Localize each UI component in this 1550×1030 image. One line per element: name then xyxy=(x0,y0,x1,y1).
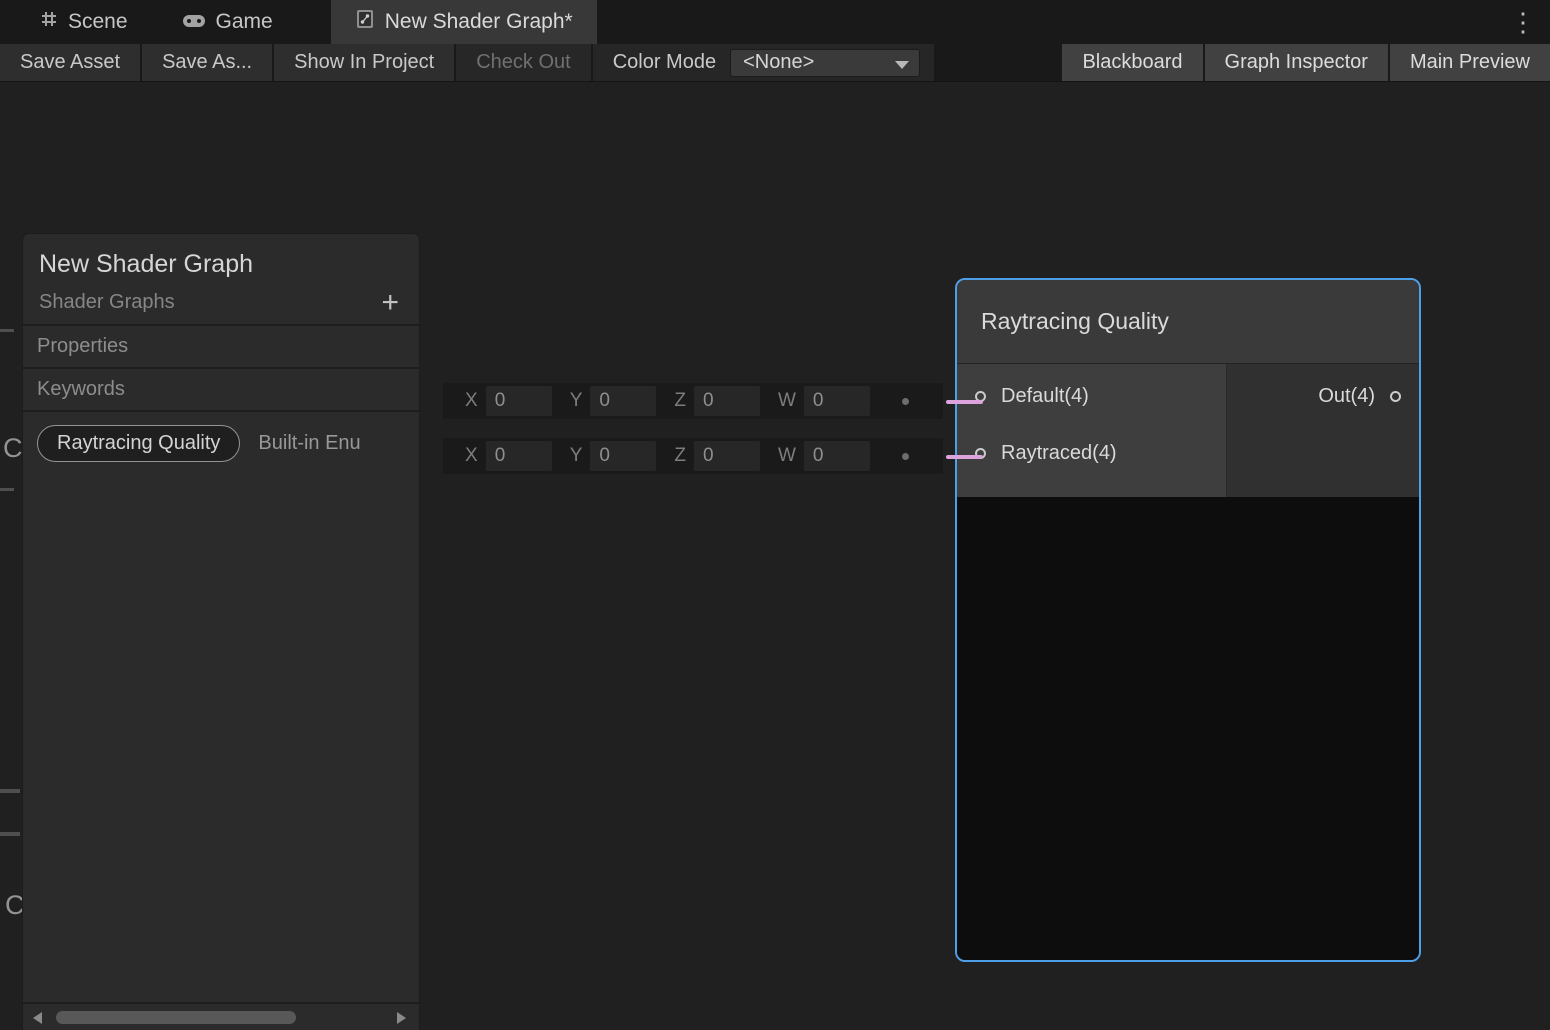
scrollbar-thumb[interactable] xyxy=(56,1011,296,1024)
color-mode-label: Color Mode xyxy=(613,51,716,74)
vector-field-x: X 0 xyxy=(465,386,552,416)
node-title: Raytracing Quality xyxy=(981,308,1169,335)
input-port-row: Raytraced(4) xyxy=(957,425,1226,482)
scene-grid-icon xyxy=(40,10,58,34)
scroll-left-icon[interactable] xyxy=(33,1012,42,1024)
vector-field-z: Z 0 xyxy=(674,386,760,416)
blackboard-content: Raytracing Quality Built-in Enu xyxy=(23,412,419,1002)
vector-field-input[interactable]: 0 xyxy=(804,441,870,471)
vector4-field-row: X 0 Y 0 Z 0 W 0 xyxy=(443,438,943,474)
node-output-section: Out(4) xyxy=(1227,364,1419,497)
keyword-pill[interactable]: Raytracing Quality xyxy=(37,425,240,462)
clipped-node-edge xyxy=(0,832,20,836)
vector-field-label: Z xyxy=(674,390,686,412)
node-preview xyxy=(957,497,1419,960)
tab-new-shader-graph[interactable]: New Shader Graph* xyxy=(331,0,597,44)
clipped-node-edge xyxy=(0,488,14,491)
color-mode-group: Color Mode <None> xyxy=(593,44,934,81)
vector-field-input[interactable]: 0 xyxy=(804,386,870,416)
main-preview-toggle-button[interactable]: Main Preview xyxy=(1390,44,1550,81)
blackboard-header: New Shader Graph Shader Graphs + xyxy=(23,234,419,324)
tab-game[interactable]: Game xyxy=(158,0,297,44)
vector-field-y: Y 0 xyxy=(570,386,657,416)
keyword-type-label: Built-in Enu xyxy=(258,432,360,455)
clipped-node-edge xyxy=(0,789,20,793)
graph-toolbar: Save Asset Save As... Show In Project Ch… xyxy=(0,44,1550,82)
blackboard-title: New Shader Graph xyxy=(39,250,403,279)
tab-label: Scene xyxy=(68,10,128,34)
node-title-bar: Raytracing Quality xyxy=(957,280,1419,364)
output-port-label: Out(4) xyxy=(1318,385,1375,408)
save-as-button[interactable]: Save As... xyxy=(142,44,272,81)
gamepad-icon xyxy=(182,10,206,34)
color-mode-value: <None> xyxy=(743,51,814,74)
vector4-field-row: X 0 Y 0 Z 0 W 0 xyxy=(443,383,943,419)
node-raytracing-quality[interactable]: Raytracing Quality Default(4) Raytraced(… xyxy=(955,278,1421,962)
vector-field-x: X 0 xyxy=(465,441,552,471)
vector-field-w: W 0 xyxy=(778,441,870,471)
save-asset-button[interactable]: Save Asset xyxy=(0,44,140,81)
tab-label: New Shader Graph* xyxy=(385,10,573,34)
tab-scene[interactable]: Scene xyxy=(16,0,152,44)
vector-field-input[interactable]: 0 xyxy=(590,386,656,416)
clipped-node-text: C xyxy=(3,433,23,464)
node-port-area: Default(4) Raytraced(4) Out(4) xyxy=(957,364,1419,497)
section-keywords[interactable]: Keywords xyxy=(23,369,419,412)
vector-field-label: Y xyxy=(570,445,583,467)
toolbar-right-group: Blackboard Graph Inspector Main Preview xyxy=(1062,44,1550,81)
blackboard-subtitle: Shader Graphs xyxy=(39,291,175,314)
vector-field-label: W xyxy=(778,390,796,412)
output-port-row: Out(4) xyxy=(1227,368,1419,425)
add-property-button[interactable]: + xyxy=(377,292,403,314)
input-port-label: Raytraced(4) xyxy=(1001,442,1117,465)
vector-field-input[interactable]: 0 xyxy=(694,441,760,471)
kebab-menu-icon[interactable]: ⋮ xyxy=(1496,0,1550,44)
vector-field-y: Y 0 xyxy=(570,441,657,471)
input-port-label: Default(4) xyxy=(1001,385,1089,408)
vector-field-label: X xyxy=(465,390,478,412)
vector-field-label: W xyxy=(778,445,796,467)
color-mode-dropdown[interactable]: <None> xyxy=(730,49,920,77)
vector-field-input[interactable]: 0 xyxy=(486,386,552,416)
output-port-icon[interactable] xyxy=(1390,391,1401,402)
tab-bar: Scene Game New Shader Graph* ⋮ xyxy=(0,0,1550,44)
edge-connection[interactable] xyxy=(946,400,983,404)
graph-inspector-toggle-button[interactable]: Graph Inspector xyxy=(1205,44,1388,81)
horizontal-scrollbar[interactable] xyxy=(23,1002,419,1030)
tab-label: Game xyxy=(216,10,273,34)
check-out-button: Check Out xyxy=(456,44,590,81)
shader-graph-asset-icon xyxy=(355,9,375,35)
vector-field-label: X xyxy=(465,445,478,467)
input-port-row: Default(4) xyxy=(957,368,1226,425)
vector-field-label: Z xyxy=(674,445,686,467)
vector-field-w: W 0 xyxy=(778,386,870,416)
port-dot-icon xyxy=(902,398,909,405)
show-in-project-button[interactable]: Show In Project xyxy=(274,44,454,81)
vector-field-label: Y xyxy=(570,390,583,412)
blackboard-toggle-button[interactable]: Blackboard xyxy=(1062,44,1202,81)
scroll-right-icon[interactable] xyxy=(397,1012,406,1024)
section-properties[interactable]: Properties xyxy=(23,326,419,369)
node-input-section: Default(4) Raytraced(4) xyxy=(957,364,1227,497)
port-dot-icon xyxy=(902,453,909,460)
vector-field-z: Z 0 xyxy=(674,441,760,471)
vector-field-input[interactable]: 0 xyxy=(486,441,552,471)
clipped-node-edge xyxy=(0,329,14,332)
chevron-down-icon xyxy=(895,61,909,69)
keyword-item-row: Raytracing Quality Built-in Enu xyxy=(37,425,419,462)
vector-field-input[interactable]: 0 xyxy=(694,386,760,416)
blackboard-panel: New Shader Graph Shader Graphs + Propert… xyxy=(22,233,420,1030)
edge-connection[interactable] xyxy=(946,455,983,459)
vector-field-input[interactable]: 0 xyxy=(590,441,656,471)
shader-graph-editor-window: Scene Game New Shader Graph* ⋮ Save Asse… xyxy=(0,0,1550,1030)
